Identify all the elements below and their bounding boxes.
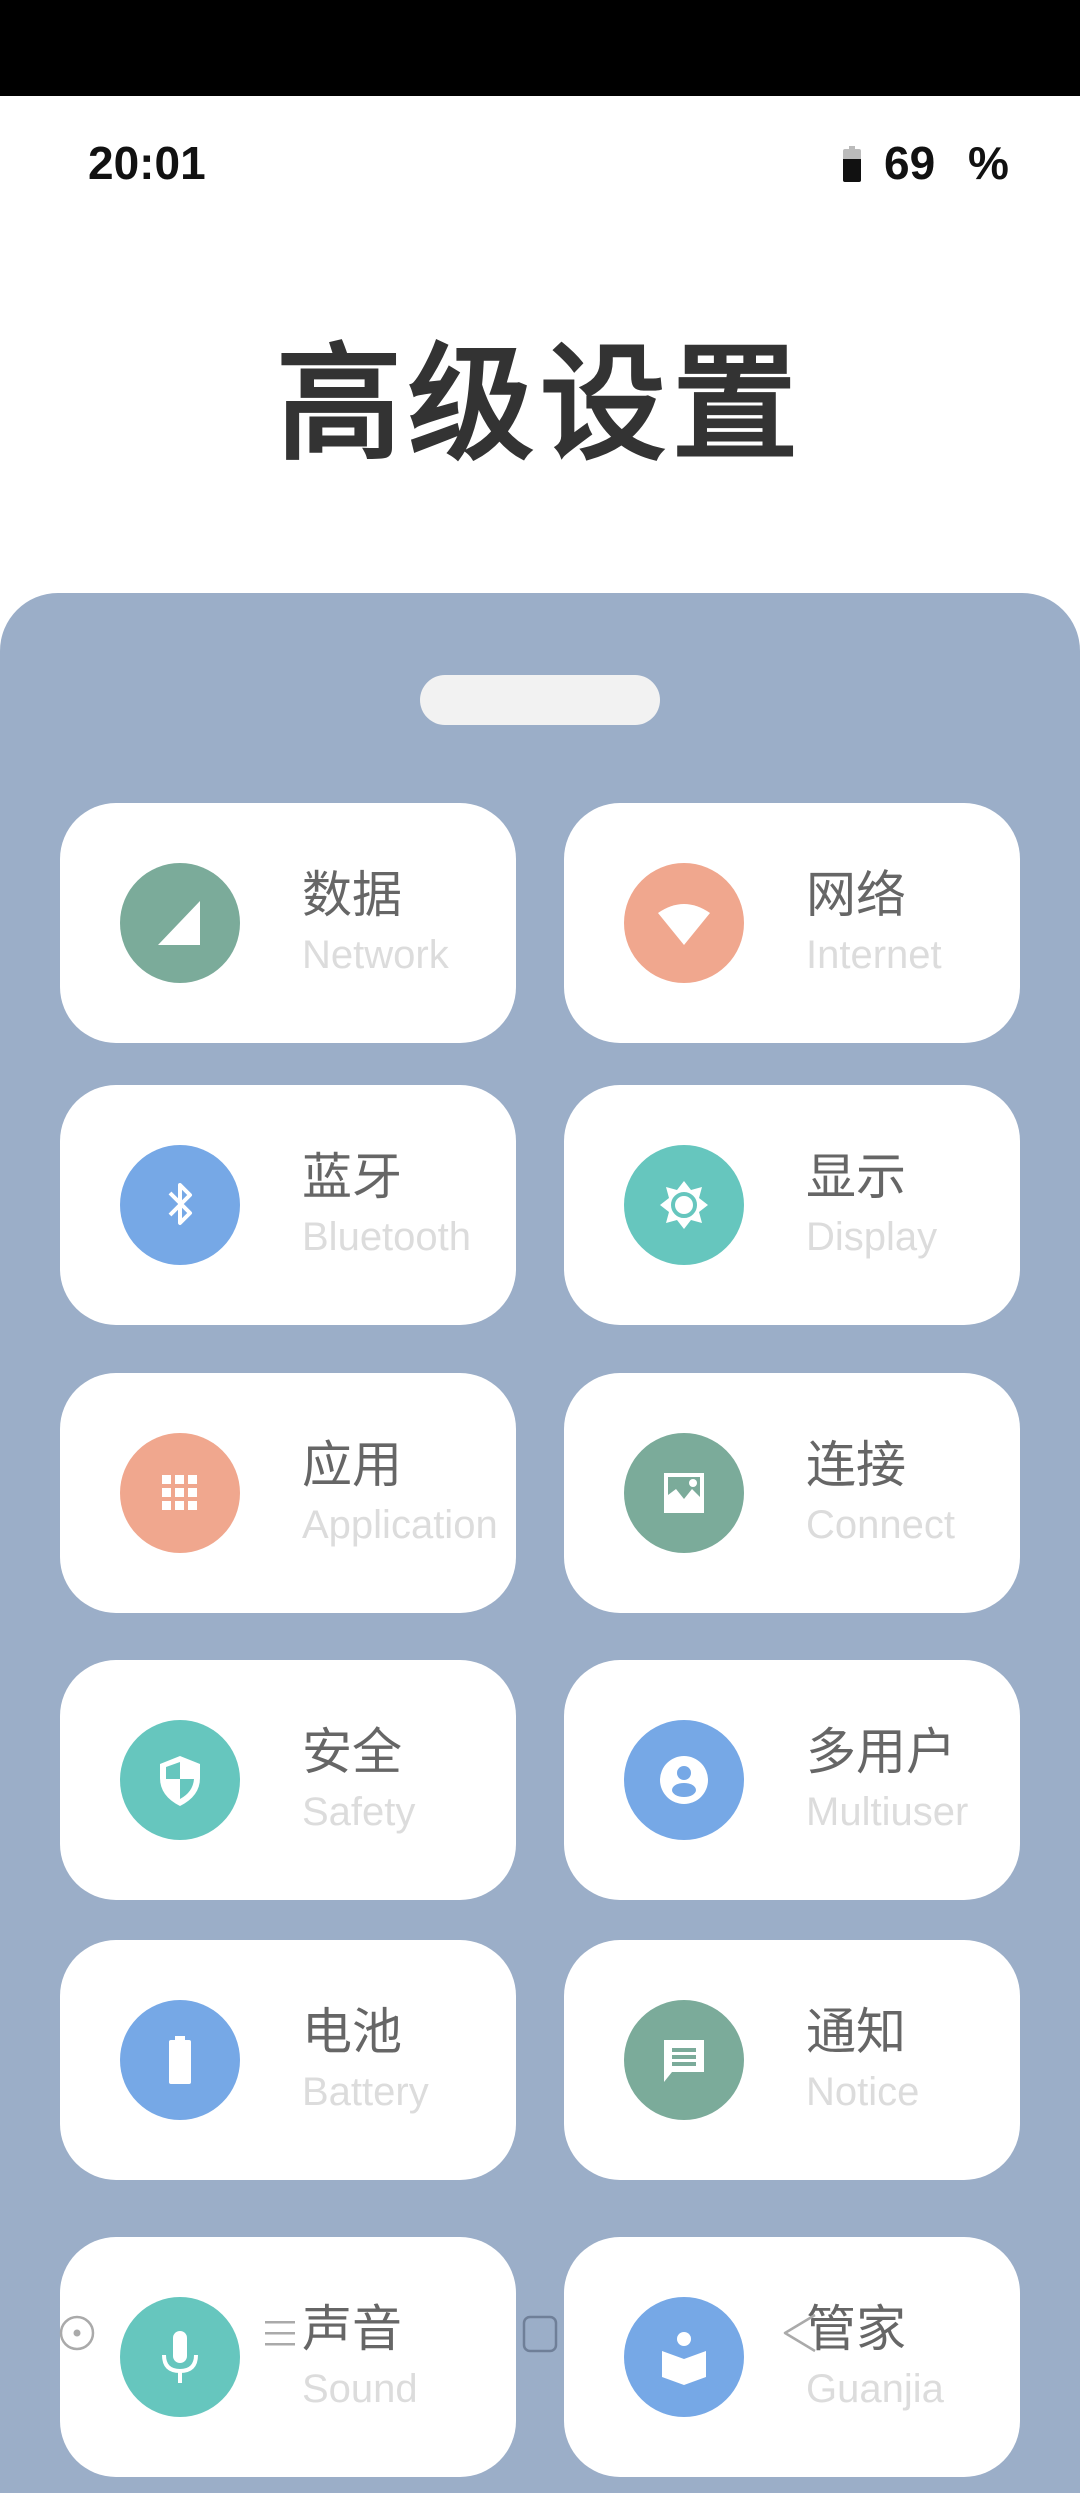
settings-card-multiuser[interactable]: 多用户 Multiuser: [564, 1660, 1020, 1900]
image-icon: [624, 1433, 744, 1553]
settings-card-label: 应用: [302, 1436, 402, 1494]
settings-card-battery[interactable]: 电池 Battery: [60, 1940, 516, 2180]
brightness-icon: [624, 1145, 744, 1265]
back-button[interactable]: [766, 2300, 832, 2366]
settings-card-safety[interactable]: 安全 Safety: [60, 1660, 516, 1900]
settings-card-label: 多用户: [806, 1723, 956, 1781]
settings-card-label: 显示: [806, 1148, 906, 1206]
wifi-icon: [624, 863, 744, 983]
settings-card-subtitle: Display: [806, 1215, 938, 1259]
menu-icon: [265, 2321, 295, 2346]
battery-icon: [843, 146, 861, 182]
shield-icon: [120, 1720, 240, 1840]
settings-card-subtitle: Application: [302, 1503, 498, 1547]
settings-card-subtitle: Internet: [806, 933, 942, 977]
settings-card-subtitle: Battery: [302, 2070, 429, 2114]
settings-card-application[interactable]: 应用 Application: [60, 1373, 516, 1613]
status-bar: 20:01 69 %: [0, 96, 1080, 236]
assistant-icon: [59, 2315, 95, 2351]
user-icon: [624, 1720, 744, 1840]
home-button[interactable]: [507, 2300, 573, 2366]
settings-card-subtitle: Guanjia: [806, 2367, 944, 2411]
message-icon: [624, 2000, 744, 2120]
drag-handle[interactable]: [420, 675, 660, 725]
battery-percentage: 69: [884, 137, 936, 189]
settings-panel: 数据 Network 网络 Internet 蓝牙 Bluetooth 显示 Display 应…: [0, 593, 1080, 2493]
camera-cutout-bar: [0, 0, 1080, 96]
apps-grid-icon: [120, 1433, 240, 1553]
settings-card-label: 连接: [806, 1436, 906, 1494]
signal-icon: [120, 863, 240, 983]
settings-card-label: 电池: [302, 2003, 402, 2061]
settings-card-network[interactable]: 数据 Network: [60, 803, 516, 1043]
menu-button[interactable]: [248, 2300, 314, 2366]
clock: 20:01: [88, 137, 206, 189]
settings-card-display[interactable]: 显示 Display: [564, 1085, 1020, 1325]
battery-icon: [120, 2000, 240, 2120]
battery-percent-sign: %: [968, 137, 1009, 189]
settings-card-internet[interactable]: 网络 Internet: [564, 803, 1020, 1043]
settings-card-subtitle: Multiuser: [806, 1790, 969, 1834]
navigation-bar: [0, 2300, 1080, 2366]
settings-card-subtitle: Bluetooth: [302, 1215, 472, 1259]
settings-card-subtitle: Network: [302, 933, 449, 977]
settings-card-label: 蓝牙: [302, 1148, 402, 1206]
home-icon: [522, 2315, 558, 2353]
settings-card-label: 安全: [302, 1723, 402, 1781]
settings-card-label: 数据: [302, 866, 402, 924]
settings-card-connect[interactable]: 连接 Connect: [564, 1373, 1020, 1613]
settings-card-label: 网络: [806, 866, 906, 924]
settings-card-notice[interactable]: 通知 Notice: [564, 1940, 1020, 2180]
back-icon: [783, 2313, 816, 2353]
page-title: 高级设置: [276, 331, 804, 478]
settings-card-subtitle: Connect: [806, 1503, 955, 1547]
bluetooth-icon: [120, 1145, 240, 1265]
assistant-button[interactable]: [44, 2300, 110, 2366]
settings-card-subtitle: Sound: [302, 2367, 418, 2411]
settings-card-label: 通知: [806, 2003, 906, 2061]
settings-card-bluetooth[interactable]: 蓝牙 Bluetooth: [60, 1085, 516, 1325]
settings-card-subtitle: Notice: [806, 2070, 920, 2114]
settings-card-subtitle: Safety: [302, 1790, 416, 1834]
